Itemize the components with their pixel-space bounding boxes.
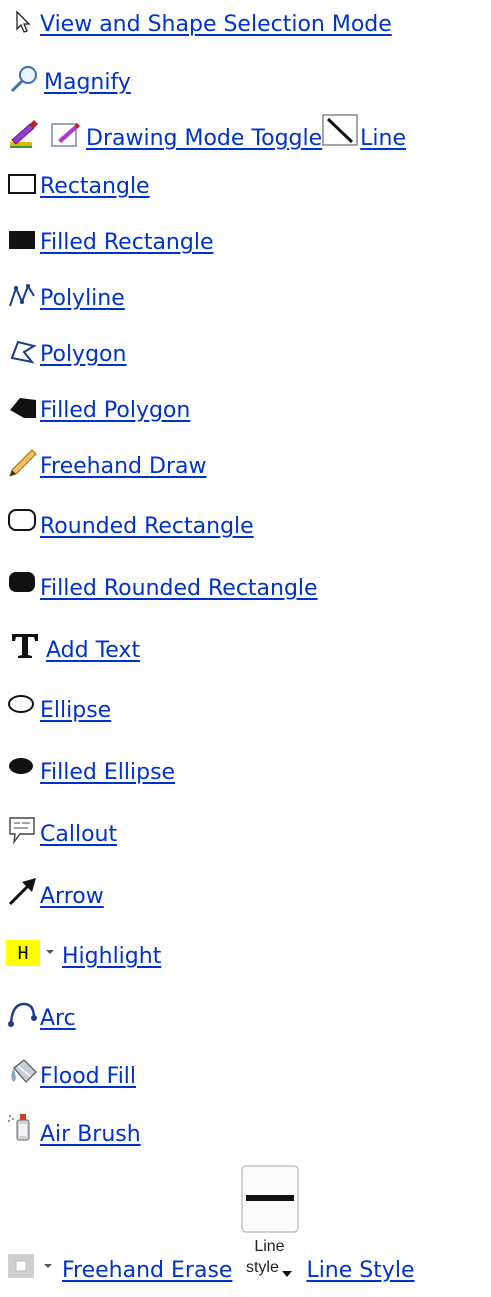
tool-link-filled-rounded-rectangle[interactable]: Filled Rounded Rectangle xyxy=(40,578,318,600)
pointer-icon xyxy=(6,10,40,36)
tool-link-filled-polygon[interactable]: Filled Polygon xyxy=(40,400,190,422)
filled-rectangle-icon xyxy=(6,226,40,254)
tool-row-erase-line-style: Freehand Erase Line style Line Style xyxy=(6,1164,415,1282)
tool-row-rounded-rectangle: Rounded Rectangle xyxy=(6,504,254,538)
ellipse-icon xyxy=(6,690,40,722)
line-style-icon[interactable]: Line style xyxy=(232,1164,306,1282)
tool-row-arrow: Arrow xyxy=(6,874,104,908)
eraser-icon xyxy=(6,1252,38,1280)
tool-link-arc[interactable]: Arc xyxy=(40,1008,76,1030)
tool-row-drawing-toggle: Drawing Mode Toggle Line xyxy=(6,114,406,150)
tool-row-freehand-draw: Freehand Draw xyxy=(6,448,206,478)
eraser-dropdown-arrow-icon[interactable] xyxy=(38,1254,62,1282)
tool-row-filled-ellipse: Filled Ellipse xyxy=(6,752,175,784)
highlight-dropdown-arrow-icon[interactable] xyxy=(40,942,62,968)
tool-link-ellipse[interactable]: Ellipse xyxy=(40,700,111,722)
tool-link-arrow[interactable]: Arrow xyxy=(40,886,104,908)
polyline-icon xyxy=(6,282,40,310)
tool-link-freehand-draw[interactable]: Freehand Draw xyxy=(40,456,206,478)
tool-row-highlight: H Highlight xyxy=(6,940,161,968)
tool-link-drawing-toggle[interactable]: Drawing Mode Toggle xyxy=(86,128,322,150)
highlight-icon-letter: H xyxy=(17,943,29,964)
highlight-icon: H xyxy=(6,940,40,966)
tool-link-magnify[interactable]: Magnify xyxy=(44,72,131,94)
rounded-rectangle-icon xyxy=(6,504,40,538)
drawing-mode-icon xyxy=(48,118,86,150)
tool-row-filled-rounded-rectangle: Filled Rounded Rectangle xyxy=(6,566,318,600)
text-icon xyxy=(6,628,46,662)
tool-link-air-brush[interactable]: Air Brush xyxy=(40,1124,141,1146)
tool-row-magnify: Magnify xyxy=(6,64,131,94)
tool-link-freehand-erase[interactable]: Freehand Erase xyxy=(62,1260,232,1282)
tool-row-air-brush: Air Brush xyxy=(6,1110,141,1146)
tool-link-polyline[interactable]: Polyline xyxy=(40,288,125,310)
tool-row-flood-fill: Flood Fill xyxy=(6,1056,136,1088)
tool-row-rectangle: Rectangle xyxy=(6,170,150,198)
arc-icon xyxy=(6,998,40,1030)
tool-link-add-text[interactable]: Add Text xyxy=(46,640,140,662)
tool-link-line[interactable]: Line xyxy=(360,128,406,150)
tool-row-add-text: Add Text xyxy=(6,628,140,662)
tool-link-filled-ellipse[interactable]: Filled Ellipse xyxy=(40,762,175,784)
tool-link-callout[interactable]: Callout xyxy=(40,824,117,846)
filled-ellipse-icon xyxy=(6,752,40,784)
magnifier-icon xyxy=(6,64,44,94)
arrow-icon xyxy=(6,874,40,908)
tool-link-highlight[interactable]: Highlight xyxy=(62,946,161,968)
line-icon xyxy=(322,114,360,150)
tool-link-polygon[interactable]: Polygon xyxy=(40,344,126,366)
tool-row-filled-rectangle: Filled Rectangle xyxy=(6,226,213,254)
rectangle-icon xyxy=(6,170,40,198)
tool-row-arc: Arc xyxy=(6,998,76,1030)
tool-row-polygon: Polygon xyxy=(6,338,126,366)
tool-row-selection: View and Shape Selection Mode xyxy=(6,10,392,36)
line-style-icon-bottom-label: style xyxy=(245,1259,279,1276)
tool-link-selection[interactable]: View and Shape Selection Mode xyxy=(40,14,392,36)
tool-row-filled-polygon: Filled Polygon xyxy=(6,394,190,422)
tool-row-ellipse: Ellipse xyxy=(6,690,111,722)
tool-link-line-style[interactable]: Line Style xyxy=(306,1260,414,1282)
filled-polygon-icon xyxy=(6,394,40,422)
tool-row-polyline: Polyline xyxy=(6,282,125,310)
line-style-icon-top-label: Line xyxy=(254,1238,285,1255)
callout-icon xyxy=(6,814,40,846)
tool-row-callout: Callout xyxy=(6,814,117,846)
tool-link-flood-fill[interactable]: Flood Fill xyxy=(40,1066,136,1088)
bucket-icon xyxy=(6,1056,40,1088)
pen-toggle-icon xyxy=(6,118,48,150)
tool-link-rectangle[interactable]: Rectangle xyxy=(40,176,150,198)
filled-rounded-rectangle-icon xyxy=(6,566,40,600)
tool-link-filled-rectangle[interactable]: Filled Rectangle xyxy=(40,232,213,254)
pencil-icon xyxy=(6,448,40,478)
airbrush-icon xyxy=(6,1110,40,1146)
tool-link-rounded-rectangle[interactable]: Rounded Rectangle xyxy=(40,516,254,538)
polygon-icon xyxy=(6,338,40,366)
